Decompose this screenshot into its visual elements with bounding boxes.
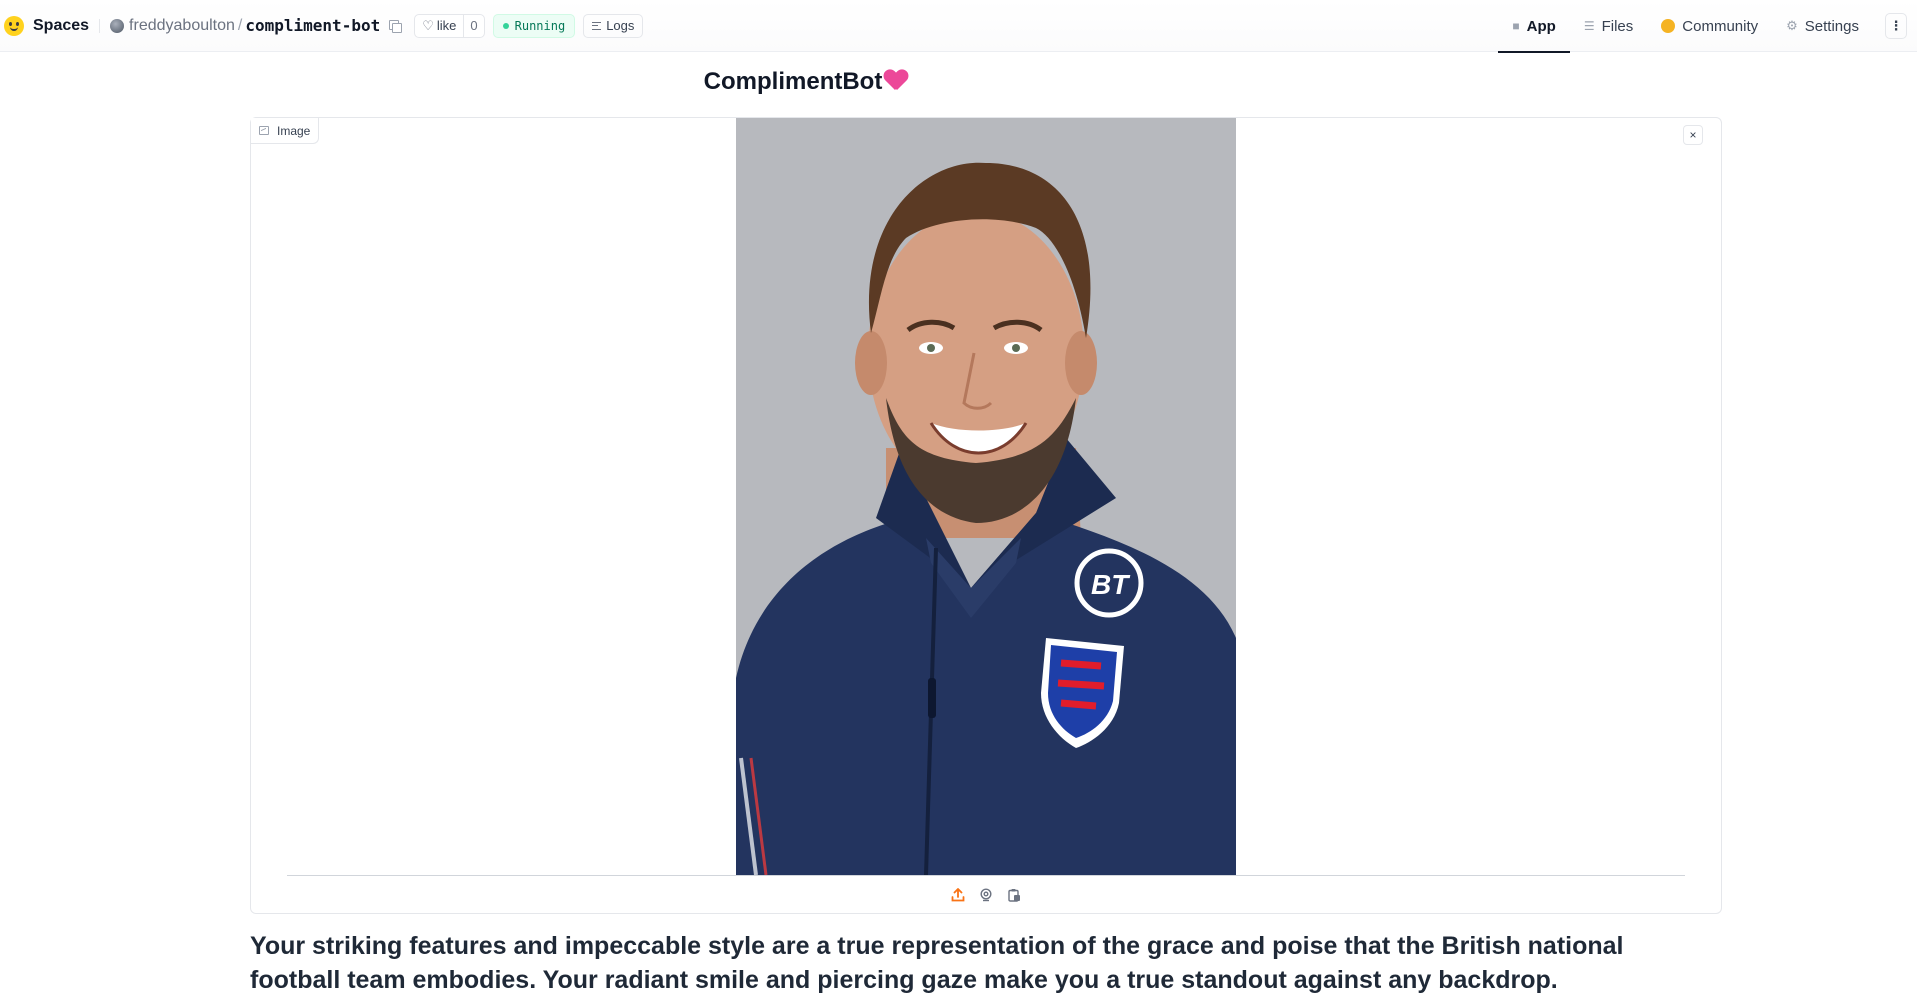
path-separator: / [237,16,243,34]
gear-icon: ⚙ [1786,18,1798,33]
tab-app-label: App [1526,17,1556,35]
compliment-output: Your striking features and impeccable st… [250,932,1624,994]
spaces-home-link[interactable]: Spaces [4,15,90,36]
tab-community-label: Community [1682,17,1759,35]
clipboard-icon[interactable] [1006,887,1022,903]
tab-files-label: Files [1601,17,1634,35]
copy-icon[interactable] [389,20,403,33]
panel-divider [287,875,1685,876]
owner-avatar[interactable] [110,18,125,33]
like-count[interactable]: 0 [463,14,483,37]
status-dot-icon [502,22,509,29]
logs-label: Logs [606,18,635,33]
header-divider [99,18,101,33]
image-icon [259,126,269,135]
tab-settings-label: Settings [1804,17,1859,35]
clear-image-button[interactable]: × [1683,125,1703,145]
owner-link[interactable]: freddyaboulton [129,17,235,35]
like-label: like [436,18,457,33]
image-source-selector [251,885,1721,905]
more-options-button[interactable]: ⋮ [1885,13,1907,39]
page-title-text: ComplimentBot [703,68,883,95]
space-nav: ■ App ☰ Files Community ⚙ Settings ⋮ [1498,0,1917,53]
image-input-panel: Image BT × [250,117,1722,914]
cube-icon: ■ [1512,19,1520,33]
files-icon: ☰ [1583,19,1595,33]
portrait-illustration: BT [736,118,1236,875]
tab-community[interactable]: Community [1647,0,1772,52]
upload-icon[interactable] [950,887,966,903]
webcam-icon[interactable] [978,887,994,903]
uploaded-photo[interactable]: BT [736,118,1236,875]
status-label: Running [514,18,566,33]
community-icon [1661,19,1676,33]
tab-app[interactable]: ■ App [1498,0,1571,53]
spaces-label: Spaces [33,16,90,34]
page-title: ComplimentBot [0,68,1612,96]
heart-icon: ♡ [422,17,434,33]
space-header: Spaces freddyaboulton / compliment-bot ♡… [0,0,1917,53]
logs-button[interactable]: Logs [583,13,644,38]
like-button[interactable]: ♡ like 0 [414,13,485,38]
tab-settings[interactable]: ⚙ Settings [1772,0,1873,52]
image-panel-label: Image [251,118,320,144]
sparkling-heart-icon [884,70,908,92]
tab-files[interactable]: ☰ Files [1570,0,1647,52]
status-badge[interactable]: Running [492,13,576,38]
svg-text:BT: BT [1091,569,1131,600]
repo-name-link[interactable]: compliment-bot [245,16,380,35]
hugging-face-logo-icon [4,15,24,36]
image-panel-label-text: Image [277,123,311,138]
logs-icon [592,21,602,30]
